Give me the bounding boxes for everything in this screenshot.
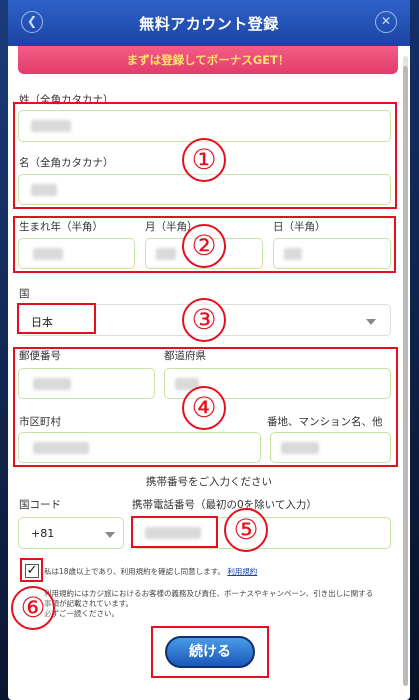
annotation-box-3 <box>17 303 96 334</box>
registration-modal: ❮ 無料アカウント登録 ✕ まずは登録してボーナスGET！ 姓（全角カタカナ） … <box>8 0 410 700</box>
terms-agree-text: 私は18歳以上であり、利用規約を確認し同意します。 利用規約 <box>44 567 257 577</box>
phone-section-heading: 携帯番号をご入力ください <box>146 476 272 488</box>
close-icon[interactable]: ✕ <box>375 11 397 33</box>
chevron-down-icon <box>366 319 376 325</box>
terms-note-line-3: 必ずご一読ください。 <box>44 609 119 618</box>
annotation-number-1: ① <box>182 138 226 182</box>
modal-header: ❮ 無料アカウント登録 ✕ <box>8 0 410 46</box>
modal-title: 無料アカウント登録 <box>139 15 279 33</box>
country-label: 国 <box>19 288 30 300</box>
annotation-number-6: ⑥ <box>11 586 55 630</box>
annotation-number-4: ④ <box>182 386 226 430</box>
continue-button[interactable]: 続ける <box>165 636 255 668</box>
annotation-box-6 <box>20 558 43 582</box>
bonus-banner: まずは登録してボーナスGET！ <box>18 46 398 74</box>
terms-note-line-2: 事項が記載されています。 <box>44 599 134 608</box>
terms-note-line-1: 利用規約にはカジ旅におけるお客様の義務及び責任、ボーナスやキャンペーン、引き出し… <box>44 589 374 598</box>
scroll-thumb[interactable] <box>403 66 408 686</box>
terms-link[interactable]: 利用規約 <box>227 567 257 576</box>
annotation-box-5 <box>131 516 218 548</box>
phone-number-label: 携帯電話番号（最初の0を除いて入力） <box>132 499 317 511</box>
terms-note: 利用規約にはカジ旅におけるお客様の義務及び責任、ボーナスやキャンペーン、引き出し… <box>44 589 400 619</box>
country-code-value: +81 <box>31 527 55 540</box>
annotation-number-2: ② <box>182 224 226 268</box>
country-code-select[interactable]: +81 <box>18 517 124 549</box>
annotation-number-3: ③ <box>182 298 226 342</box>
chevron-down-icon <box>105 532 115 538</box>
terms-agree-label: 私は18歳以上であり、利用規約を確認し同意します。 <box>44 567 225 576</box>
annotation-number-5: ⑤ <box>224 508 268 552</box>
scrollbar[interactable] <box>403 56 408 686</box>
country-code-label: 国コード <box>19 499 61 511</box>
